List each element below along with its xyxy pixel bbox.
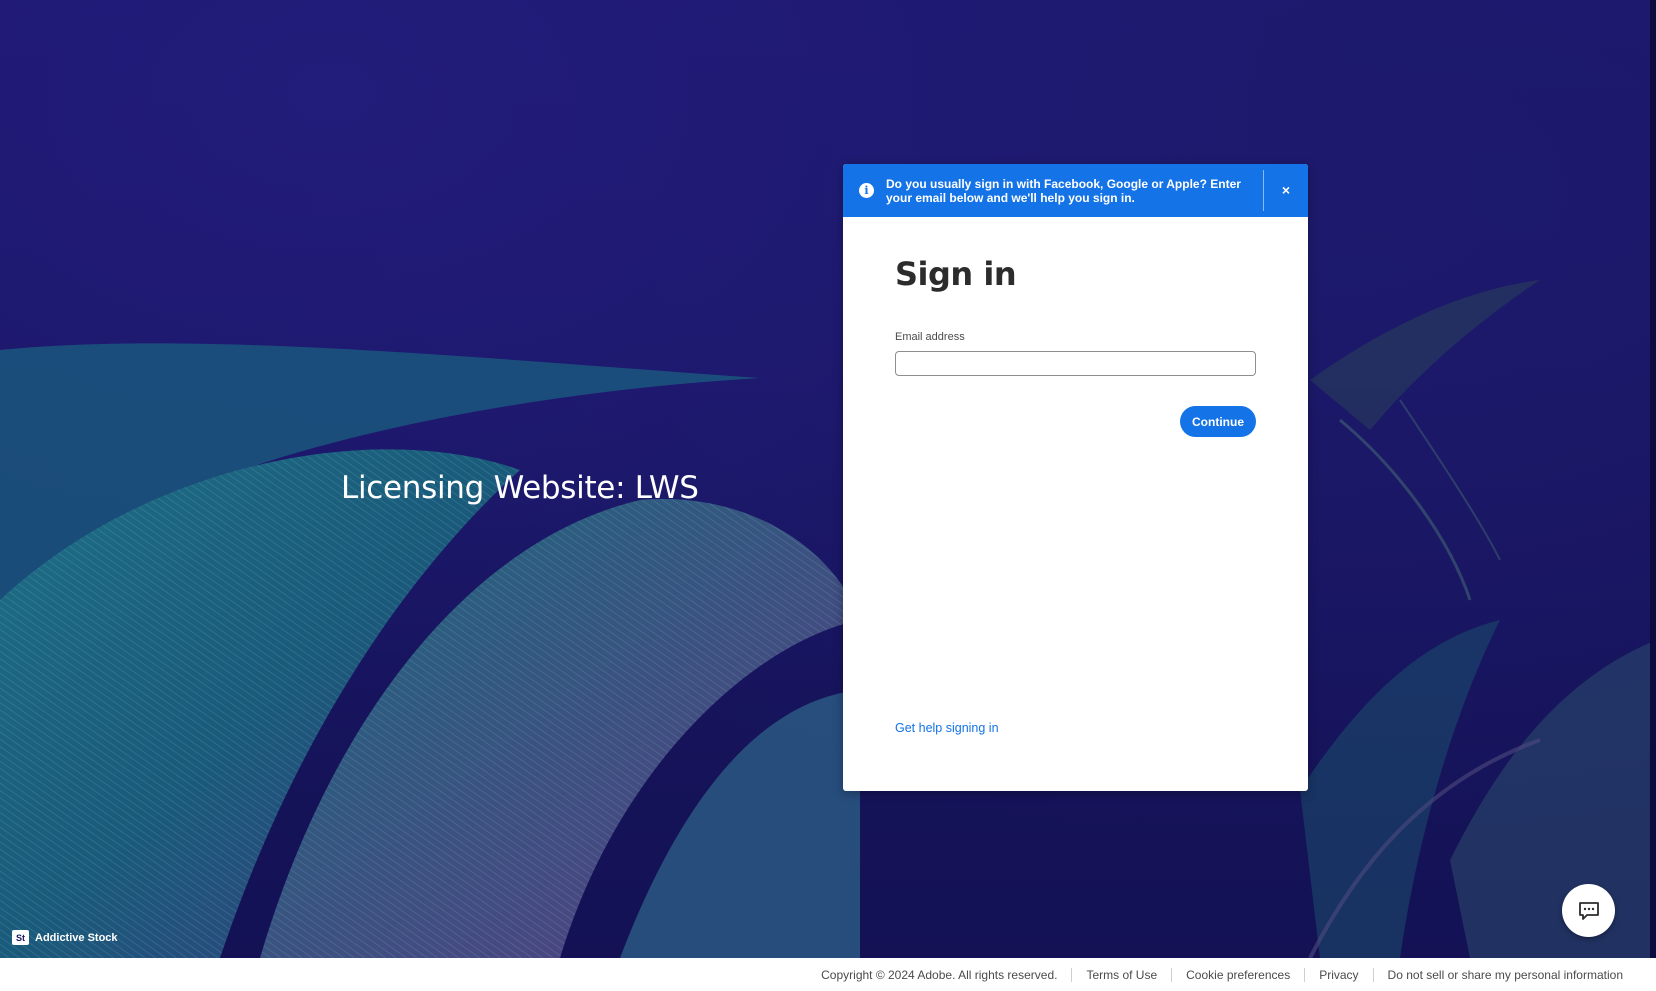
- cookie-preferences-link[interactable]: Cookie preferences: [1186, 968, 1290, 982]
- copyright-text: Copyright © 2024 Adobe. All rights reser…: [821, 967, 1058, 982]
- info-banner: i Do you usually sign in with Facebook, …: [843, 164, 1308, 217]
- continue-button[interactable]: Continue: [1180, 406, 1256, 437]
- footer: Copyright © 2024 Adobe. All rights reser…: [0, 958, 1656, 991]
- hero-title: Licensing Website: LWS: [341, 470, 699, 506]
- background-image: [0, 0, 1656, 958]
- banner-divider: [1263, 170, 1264, 211]
- do-not-sell-link[interactable]: Do not sell or share my personal informa…: [1388, 968, 1623, 982]
- sign-in-form: Sign in Email address Continue Get help …: [843, 217, 1308, 791]
- window-edge: [1650, 0, 1656, 958]
- brand: St Addictive Stock: [12, 930, 118, 945]
- help-signing-in-link[interactable]: Get help signing in: [895, 721, 999, 735]
- footer-divider: [1304, 967, 1306, 982]
- stock-logo-icon: St: [12, 930, 29, 945]
- page-title: Sign in: [895, 255, 1017, 293]
- close-icon[interactable]: ×: [1272, 176, 1300, 204]
- terms-of-use-link[interactable]: Terms of Use: [1086, 968, 1157, 982]
- footer-divider: [1071, 967, 1073, 982]
- email-label: Email address: [895, 331, 965, 343]
- footer-divider: [1171, 967, 1173, 982]
- continue-row: Continue: [895, 406, 1256, 437]
- chat-bubble-icon: [1578, 901, 1599, 920]
- sign-in-card: i Do you usually sign in with Facebook, …: [843, 164, 1308, 791]
- email-field[interactable]: [895, 351, 1256, 376]
- info-icon: i: [859, 183, 874, 198]
- privacy-link[interactable]: Privacy: [1319, 968, 1358, 982]
- brand-name: Addictive Stock: [35, 931, 118, 944]
- banner-text: Do you usually sign in with Facebook, Go…: [886, 176, 1241, 205]
- chat-button[interactable]: [1562, 884, 1615, 937]
- background-art: [0, 280, 1656, 958]
- footer-divider: [1372, 967, 1374, 982]
